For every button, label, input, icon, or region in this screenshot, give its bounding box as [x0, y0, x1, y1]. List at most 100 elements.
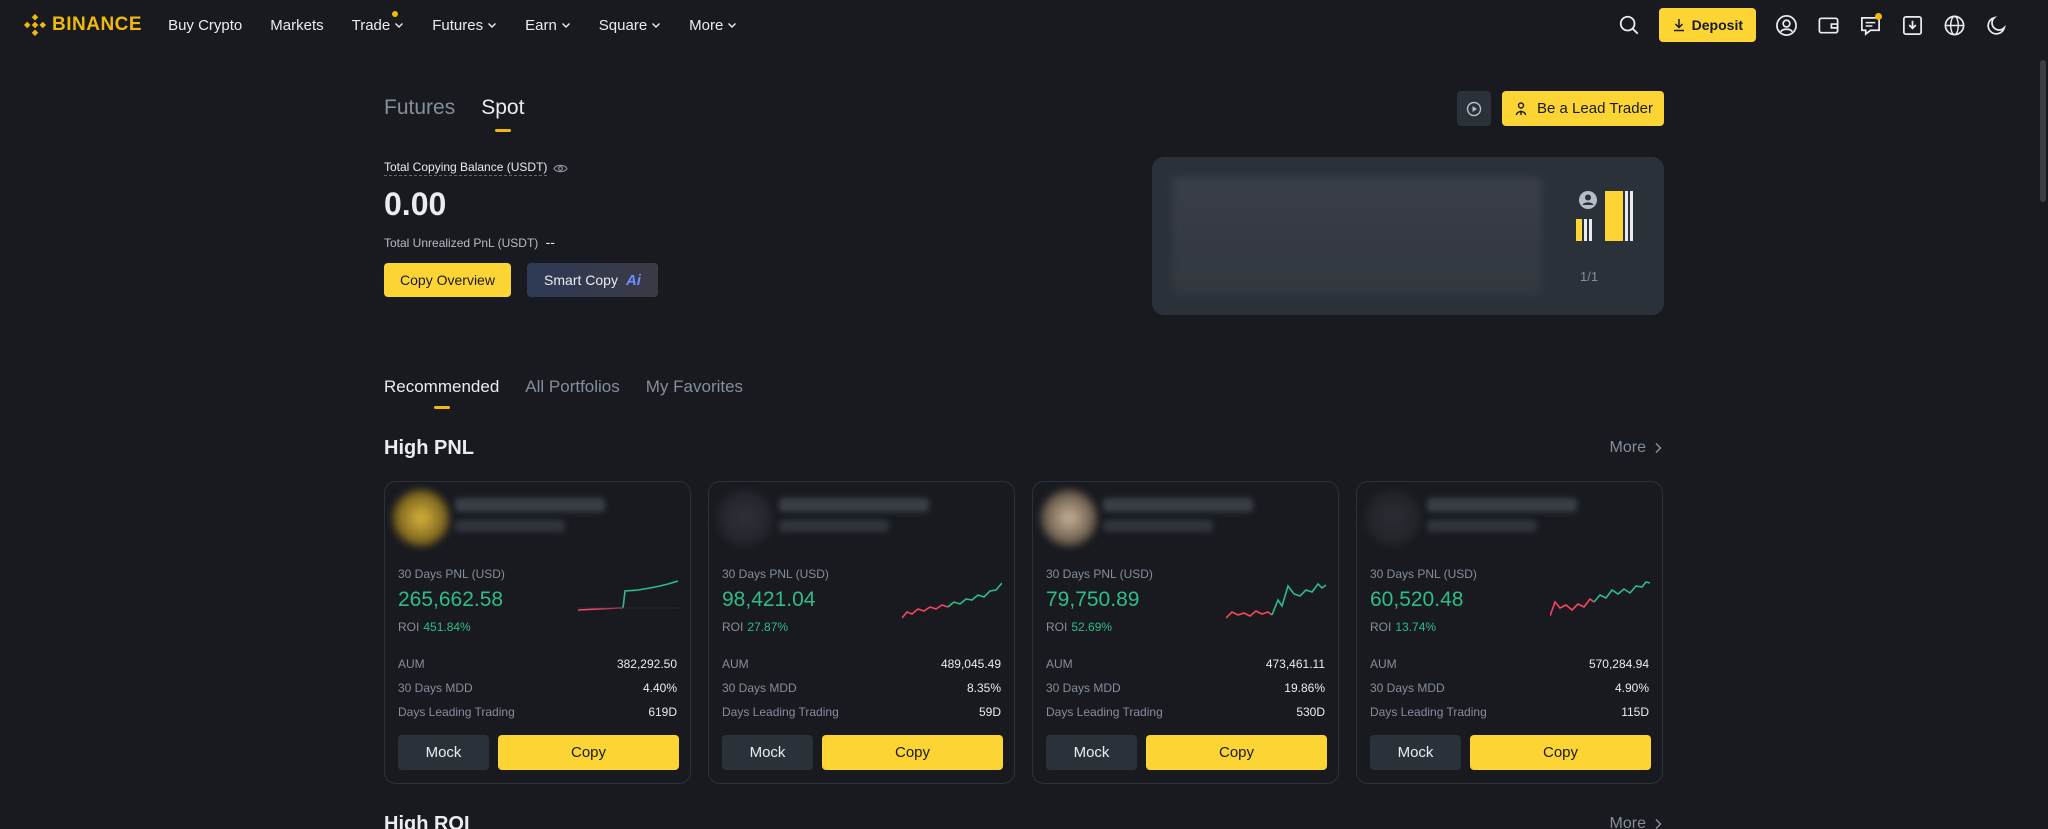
- moon-icon[interactable]: [1984, 13, 2008, 37]
- new-indicator-dot: [392, 10, 399, 17]
- promo-banner[interactable]: 1/1: [1152, 157, 1664, 315]
- binance-logo[interactable]: BINANCE: [24, 14, 142, 36]
- download-icon[interactable]: [1900, 13, 1924, 37]
- nav-futures[interactable]: Futures: [432, 17, 497, 34]
- roi-row: ROI 27.87%: [722, 620, 788, 634]
- aum-label: AUM: [722, 657, 749, 671]
- nav-markets[interactable]: Markets: [270, 17, 323, 34]
- roi-label: ROI: [1046, 620, 1068, 634]
- nav-label: Buy Crypto: [168, 16, 243, 34]
- days-row: Days Leading Trading 619D: [398, 705, 677, 719]
- play-tutorial-button[interactable]: [1457, 91, 1491, 126]
- lead-trader-header[interactable]: [1365, 490, 1655, 546]
- nav-square[interactable]: Square: [599, 17, 661, 34]
- smart-copy-button[interactable]: Smart Copy Ai: [527, 263, 658, 297]
- trader-subtitle-blurred: [455, 520, 565, 532]
- lead-trader-header[interactable]: [717, 490, 1007, 546]
- copy-button[interactable]: Copy: [1470, 735, 1651, 770]
- mock-button[interactable]: Mock: [722, 735, 813, 770]
- mock-button[interactable]: Mock: [1046, 735, 1137, 770]
- aum-value: 382,292.50: [616, 657, 677, 671]
- copy-overview-button[interactable]: Copy Overview: [384, 263, 511, 297]
- nav-label: Markets: [270, 16, 324, 34]
- deposit-button[interactable]: Deposit: [1658, 8, 1756, 42]
- aum-row: AUM 382,292.50: [398, 657, 677, 671]
- unrealized-pnl-value: --: [545, 234, 555, 250]
- copy-button[interactable]: Copy: [498, 735, 679, 770]
- nav-buy-crypto[interactable]: Buy Crypto: [168, 17, 242, 34]
- nav-more[interactable]: More: [689, 17, 737, 34]
- portfolio-card[interactable]: 30 Days PNL (USD) 265,662.58 ROI 451.84% …: [384, 481, 691, 784]
- roi-label: ROI: [398, 620, 420, 634]
- trader-name-blurred: [779, 498, 929, 512]
- tab-futures[interactable]: Futures: [384, 96, 455, 120]
- chevron-right-icon: [1655, 442, 1662, 454]
- high-pnl-card-list: 30 Days PNL (USD) 265,662.58 ROI 451.84% …: [384, 481, 1663, 784]
- high-pnl-more-link[interactable]: More: [1610, 439, 1664, 457]
- mdd-row: 30 Days MDD 8.35%: [722, 681, 1001, 695]
- days-label: Days Leading Trading: [1046, 705, 1163, 719]
- search-icon[interactable]: [1617, 13, 1641, 37]
- pnl-value: 60,520.48: [1370, 588, 1464, 611]
- pnl-value: 98,421.04: [722, 588, 816, 611]
- roi-row: ROI 13.74%: [1370, 620, 1436, 634]
- message-icon[interactable]: [1858, 13, 1882, 37]
- portfolio-card[interactable]: 30 Days PNL (USD) 79,750.89 ROI 52.69% AU…: [1032, 481, 1339, 784]
- ai-badge: Ai: [625, 271, 641, 289]
- mdd-value: 4.90%: [1614, 681, 1649, 695]
- pnl-label: 30 Days PNL (USD): [722, 567, 829, 581]
- tab-recommended[interactable]: Recommended: [384, 377, 499, 397]
- roi-label: ROI: [722, 620, 744, 634]
- total-copying-balance-label: Total Copying Balance (USDT): [384, 160, 548, 176]
- aum-row: AUM 570,284.94: [1370, 657, 1649, 671]
- mock-button[interactable]: Mock: [398, 735, 489, 770]
- portfolio-card[interactable]: 30 Days PNL (USD) 98,421.04 ROI 27.87% AU…: [708, 481, 1015, 784]
- chevron-down-icon: [488, 23, 497, 28]
- aum-row: AUM 473,461.11: [1046, 657, 1325, 671]
- eye-icon[interactable]: [553, 161, 569, 176]
- tab-all-portfolios[interactable]: All Portfolios: [525, 377, 619, 397]
- copy-button[interactable]: Copy: [822, 735, 1003, 770]
- roi-value: 13.74%: [1395, 620, 1437, 634]
- days-value: 619D: [648, 705, 677, 719]
- days-row: Days Leading Trading 115D: [1370, 705, 1649, 719]
- pnl-sparkline: [1226, 582, 1326, 619]
- be-lead-trader-button[interactable]: Be a Lead Trader: [1502, 91, 1664, 126]
- page-scrollbar[interactable]: [2040, 60, 2046, 202]
- nav-earn[interactable]: Earn: [525, 17, 571, 34]
- portfolio-tabs: Recommended All Portfolios My Favorites: [384, 377, 743, 397]
- deposit-label: Deposit: [1691, 17, 1743, 33]
- copy-button[interactable]: Copy: [1146, 735, 1327, 770]
- lead-trader-header[interactable]: [393, 490, 683, 546]
- nav-trade[interactable]: Trade: [352, 10, 405, 34]
- play-icon: [1466, 101, 1482, 116]
- main-menu: Buy Crypto Markets Trade Futures Earn Sq…: [168, 10, 765, 34]
- mdd-value: 8.35%: [966, 681, 1001, 695]
- lead-trader-icon: [1515, 101, 1527, 115]
- mock-button[interactable]: Mock: [1370, 735, 1461, 770]
- logo-text: BINANCE: [52, 14, 143, 35]
- lead-trader-header[interactable]: [1041, 490, 1331, 546]
- wallet-icon[interactable]: [1816, 13, 1840, 37]
- portfolio-card[interactable]: 30 Days PNL (USD) 60,520.48 ROI 13.74% AU…: [1356, 481, 1663, 784]
- days-label: Days Leading Trading: [1370, 705, 1487, 719]
- trader-name-blurred: [1427, 498, 1577, 512]
- nav-label: More: [689, 16, 724, 34]
- high-roi-more-link[interactable]: More: [1610, 815, 1664, 829]
- roi-row: ROI 52.69%: [1046, 620, 1112, 634]
- trader-name-blurred: [455, 498, 605, 512]
- chevron-down-icon: [728, 23, 737, 28]
- days-label: Days Leading Trading: [398, 705, 515, 719]
- nav-label: Earn: [525, 16, 557, 34]
- user-icon[interactable]: [1774, 13, 1798, 37]
- balance-label-row: Total Copying Balance (USDT): [384, 160, 569, 176]
- tab-my-favorites[interactable]: My Favorites: [646, 377, 743, 397]
- more-label: More: [1609, 815, 1646, 829]
- chevron-right-icon: [1655, 818, 1662, 829]
- tab-spot[interactable]: Spot: [481, 96, 524, 120]
- pnl-sparkline: [1550, 581, 1650, 617]
- days-value: 115D: [1621, 705, 1649, 719]
- mdd-label: 30 Days MDD: [398, 681, 473, 695]
- globe-icon[interactable]: [1942, 13, 1966, 37]
- roi-row: ROI 451.84%: [398, 620, 471, 634]
